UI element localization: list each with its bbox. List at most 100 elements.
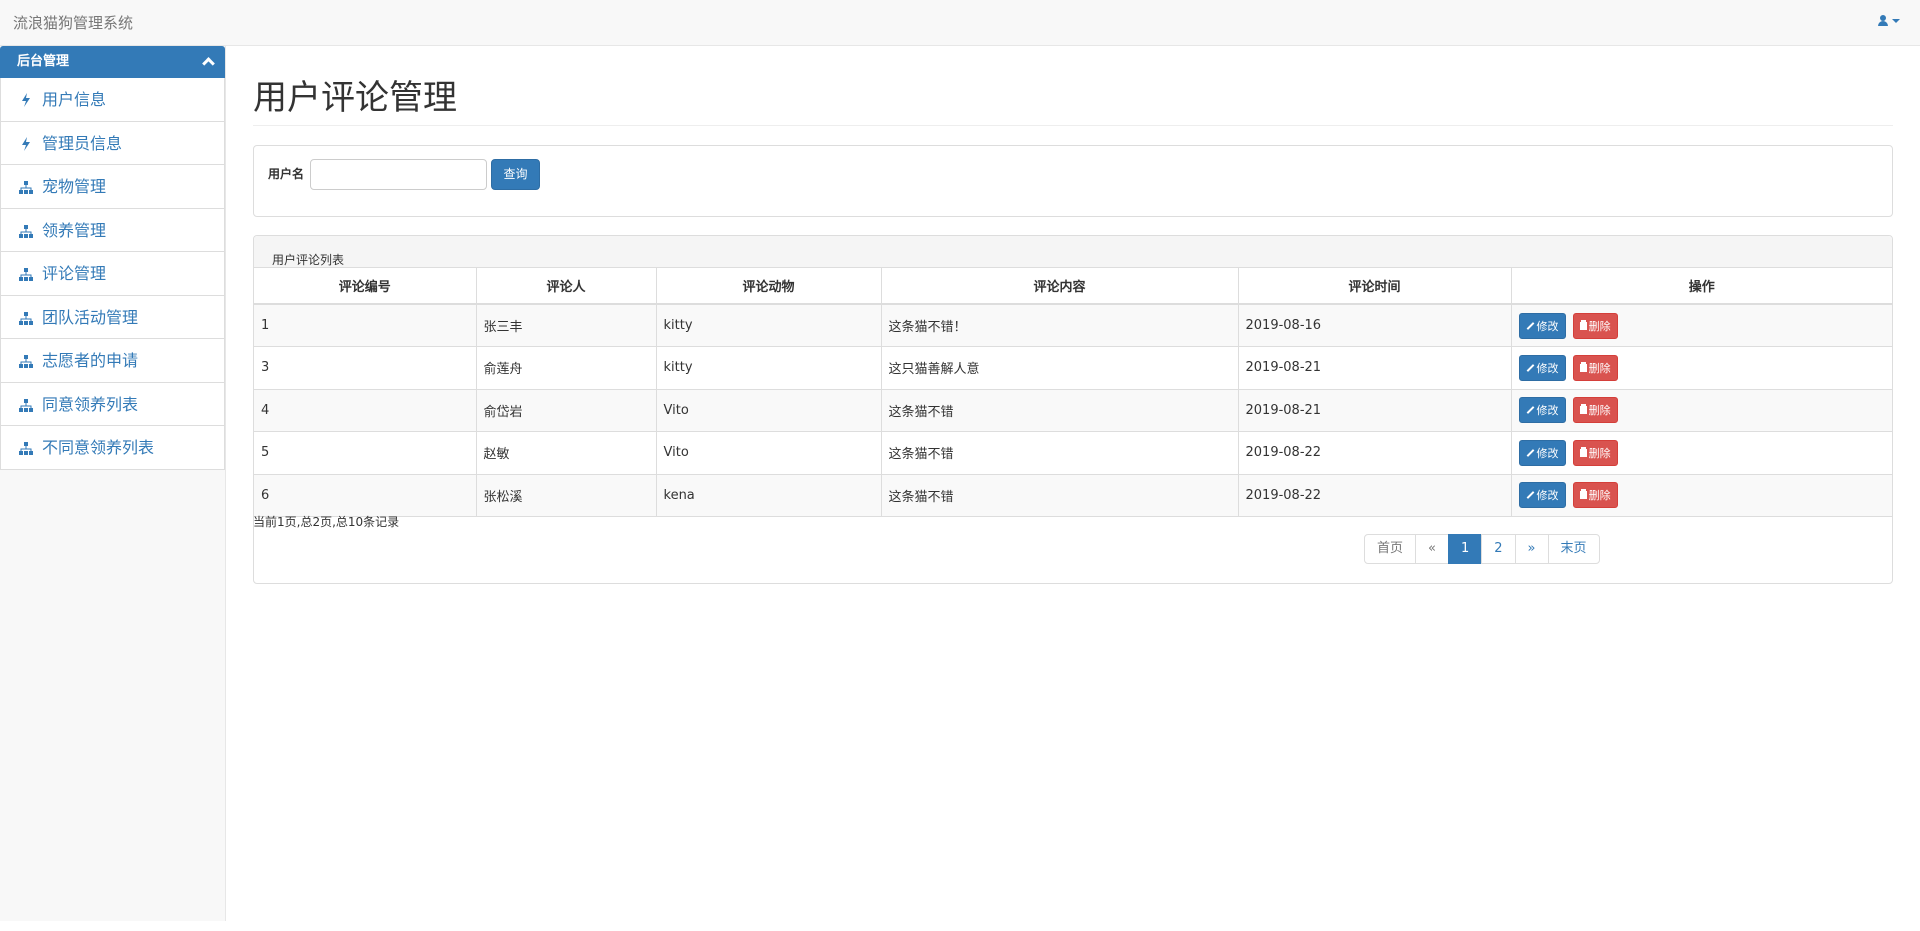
pager-next[interactable]: »: [1514, 534, 1549, 564]
cell-animal: kena: [655, 473, 882, 517]
sidebar-panel-header[interactable]: 后台管理: [0, 46, 225, 78]
pager-last[interactable]: 末页: [1547, 534, 1600, 564]
sidebar-item-adoption-management[interactable]: 领养管理: [0, 208, 225, 252]
sidebar-item-rejected-adoptions[interactable]: 不同意领养列表: [0, 426, 225, 470]
sidebar-item-label: 团队活动管理: [42, 307, 139, 327]
table-row: 4 俞岱岩 Vito 这条猫不错 2019-08-21 修改 删除: [254, 388, 1892, 432]
cell-id: 4: [254, 388, 477, 432]
sitemap-icon: [19, 181, 33, 194]
cell-animal: Vito: [655, 388, 882, 432]
edit-button[interactable]: 修改: [1518, 439, 1566, 466]
edit-button[interactable]: 修改: [1518, 482, 1566, 509]
sidebar-item-approved-adoptions[interactable]: 同意领养列表: [0, 382, 225, 426]
cell-content: 这条猫不错: [880, 388, 1239, 432]
username-label: 用户名: [268, 167, 305, 181]
edit-button[interactable]: 修改: [1518, 312, 1566, 339]
table-row: 3 俞莲舟 kitty 这只猫善解人意 2019-08-21 修改 删除: [254, 346, 1892, 390]
sidebar-item-pet-management[interactable]: 宠物管理: [0, 165, 225, 209]
edit-button[interactable]: 修改: [1518, 354, 1566, 381]
cell-actions: 修改 删除: [1510, 431, 1892, 475]
trash-icon: [1579, 448, 1587, 457]
username-search-input[interactable]: [310, 159, 487, 190]
sidebar-item-user-info[interactable]: 用户信息: [0, 78, 225, 122]
cell-id: 5: [254, 431, 477, 475]
table-row: 5 赵敏 Vito 这条猫不错 2019-08-22 修改 删除: [254, 431, 1892, 475]
sitemap-icon: [19, 442, 33, 455]
delete-button[interactable]: 删除: [1572, 312, 1618, 339]
sidebar-item-comment-management[interactable]: 评论管理: [0, 252, 225, 296]
edit-label: 修改: [1536, 361, 1559, 375]
delete-label: 删除: [1588, 489, 1611, 503]
cell-time: 2019-08-22: [1237, 431, 1512, 475]
cell-content: 这条猫不错！: [880, 303, 1239, 347]
edit-button[interactable]: 修改: [1518, 397, 1566, 424]
column-header: 操作: [1510, 268, 1892, 305]
delete-button[interactable]: 删除: [1572, 482, 1618, 509]
pager-page-1[interactable]: 1: [1447, 534, 1483, 564]
table-row: 1 张三丰 kitty 这条猫不错！ 2019-08-16 修改 删除: [254, 303, 1892, 347]
delete-label: 删除: [1588, 446, 1611, 460]
record-info: 当前1页,总2页,总10条记录: [253, 515, 400, 529]
pencil-icon: [1526, 363, 1534, 372]
cell-content: 这条猫不错: [880, 473, 1239, 517]
table-row: 6 张松溪 kena 这条猫不错 2019-08-22 修改 删除: [254, 473, 1892, 517]
comment-list-panel: 用户评论列表 评论编号 评论人 评论动物 评论内容 评论时间 操作 1 张三丰 …: [253, 235, 1893, 584]
title-divider: [253, 125, 1893, 126]
delete-button[interactable]: 删除: [1572, 397, 1618, 424]
sidebar-item-label: 宠物管理: [42, 177, 107, 196]
cell-time: 2019-08-21: [1237, 346, 1512, 390]
delete-label: 删除: [1588, 319, 1611, 333]
sitemap-icon: [19, 355, 33, 368]
sidebar-item-team-activity[interactable]: 团队活动管理: [0, 295, 225, 339]
pager-page-2[interactable]: 2: [1481, 534, 1516, 564]
sidebar-item-admin-info[interactable]: 管理员信息: [0, 121, 225, 165]
cell-id: 3: [254, 346, 477, 390]
pager-prev[interactable]: «: [1415, 534, 1449, 564]
sidebar-item-volunteer-application[interactable]: 志愿者的申请: [0, 339, 225, 383]
sidebar-item-label: 领养管理: [42, 220, 107, 240]
list-caption: 用户评论列表: [272, 253, 345, 267]
sidebar: 后台管理 用户信息 管理员信息 宠物管理 领养管理 评论管理 团队活动管理 志愿…: [0, 46, 226, 921]
pencil-icon: [1526, 491, 1534, 500]
sidebar-panel-title: 后台管理: [17, 54, 70, 69]
delete-button[interactable]: 删除: [1572, 354, 1618, 381]
comment-table: 评论编号 评论人 评论动物 评论内容 评论时间 操作 1 张三丰 kitty 这…: [254, 268, 1892, 517]
cell-actions: 修改 删除: [1510, 473, 1892, 517]
edit-label: 修改: [1536, 404, 1559, 418]
sitemap-icon: [19, 268, 33, 281]
column-header: 评论内容: [880, 268, 1239, 305]
cell-animal: Vito: [655, 431, 882, 475]
user-icon: [1878, 15, 1888, 27]
edit-label: 修改: [1536, 319, 1559, 333]
app-title[interactable]: 流浪猫狗管理系统: [13, 14, 133, 32]
user-menu[interactable]: [1878, 15, 1900, 27]
sidebar-item-label: 不同意领养列表: [42, 438, 155, 457]
trash-icon: [1579, 363, 1587, 372]
top-navbar: 流浪猫狗管理系统: [0, 0, 1920, 46]
cell-user: 张三丰: [475, 303, 657, 347]
cell-content: 这只猫善解人意: [880, 346, 1239, 390]
delete-button[interactable]: 删除: [1572, 439, 1618, 466]
sidebar-menu: 用户信息 管理员信息 宠物管理 领养管理 评论管理 团队活动管理 志愿者的申请: [0, 78, 225, 470]
cell-user: 俞岱岩: [475, 388, 657, 432]
cell-time: 2019-08-22: [1237, 473, 1512, 517]
column-header: 评论编号: [254, 268, 477, 305]
pagination: 首页 « 1 2 » 末页: [1364, 534, 1600, 564]
sitemap-icon: [19, 311, 33, 325]
cell-animal: kitty: [655, 346, 882, 390]
cell-user: 俞莲舟: [475, 346, 657, 390]
sidebar-item-label: 志愿者的申请: [42, 351, 139, 370]
cell-id: 1: [254, 303, 477, 347]
pencil-icon: [1526, 406, 1534, 415]
cell-time: 2019-08-16: [1237, 303, 1512, 347]
list-panel-header: 用户评论列表: [254, 236, 1892, 268]
cell-animal: kitty: [655, 303, 882, 347]
sitemap-icon: [19, 224, 33, 238]
cell-time: 2019-08-21: [1237, 388, 1512, 432]
query-button[interactable]: 查询: [491, 159, 540, 190]
chevron-up-icon: [202, 57, 215, 70]
trash-icon: [1579, 321, 1587, 330]
cell-actions: 修改 删除: [1510, 346, 1892, 390]
pager-first[interactable]: 首页: [1364, 534, 1417, 564]
caret-down-icon: [1892, 19, 1900, 23]
